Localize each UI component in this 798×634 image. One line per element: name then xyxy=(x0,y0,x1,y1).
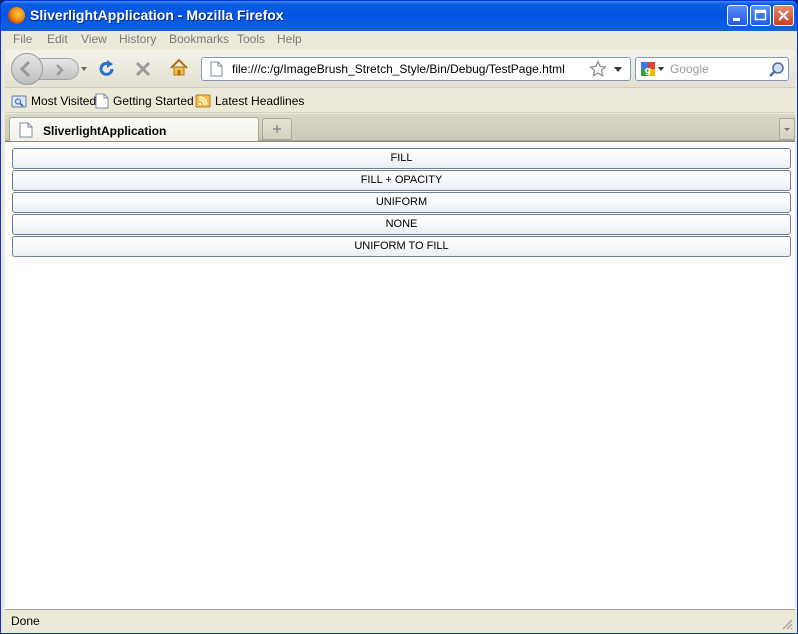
uniform-to-fill-button[interactable]: UNIFORM TO FILL xyxy=(12,236,791,257)
menu-file[interactable]: File xyxy=(13,32,32,46)
menu-edit[interactable]: Edit xyxy=(47,32,68,46)
tab-label: SliverlightApplication xyxy=(43,124,167,138)
navigation-toolbar: file:///c:/g/ImageBrush_Stretch_Style/Bi… xyxy=(5,50,795,88)
star-icon[interactable] xyxy=(589,60,607,78)
url-text[interactable]: file:///c:/g/ImageBrush_Stretch_Style/Bi… xyxy=(232,62,565,76)
plus-icon xyxy=(273,125,281,133)
new-tab-button[interactable] xyxy=(262,118,292,140)
stop-icon[interactable] xyxy=(134,60,152,78)
rss-icon xyxy=(195,94,211,108)
none-button[interactable]: NONE xyxy=(12,214,791,235)
bookmark-label: Getting Started xyxy=(113,94,194,108)
reload-icon[interactable] xyxy=(97,59,117,79)
address-bar[interactable]: file:///c:/g/ImageBrush_Stretch_Style/Bi… xyxy=(201,57,631,81)
forward-icon xyxy=(56,64,64,76)
close-icon xyxy=(778,10,789,21)
status-bar: Done xyxy=(5,609,795,631)
window-title: SliverlightApplication - Mozilla Firefox xyxy=(30,7,284,23)
resize-grip-icon[interactable] xyxy=(779,616,793,630)
search-input[interactable] xyxy=(670,61,766,77)
menu-view[interactable]: View xyxy=(81,32,107,46)
history-dropdown-icon[interactable] xyxy=(79,65,89,73)
browser-window: SliverlightApplication - Mozilla Firefox… xyxy=(0,0,798,634)
bookmark-label: Latest Headlines xyxy=(215,94,305,108)
menu-help[interactable]: Help xyxy=(277,32,302,46)
bookmark-latest-headlines[interactable]: Latest Headlines xyxy=(195,93,304,109)
page-content: FILL FILL + OPACITY UNIFORM NONE UNIFORM… xyxy=(5,141,795,609)
svg-text:g: g xyxy=(645,66,651,76)
status-text: Done xyxy=(11,614,40,628)
page-icon xyxy=(95,93,109,109)
firefox-logo-icon xyxy=(8,7,25,24)
minimize-button[interactable] xyxy=(727,5,748,26)
back-icon xyxy=(19,60,31,78)
fill-button[interactable]: FILL xyxy=(12,148,791,169)
uniform-button[interactable]: UNIFORM xyxy=(12,192,791,213)
close-button[interactable] xyxy=(773,5,794,26)
page-icon xyxy=(210,61,223,77)
search-engine-dropdown-icon[interactable] xyxy=(658,67,664,72)
fill-opacity-button[interactable]: FILL + OPACITY xyxy=(12,170,791,191)
magnifier-icon[interactable] xyxy=(768,61,786,79)
page-icon xyxy=(19,122,33,138)
url-dropdown-icon[interactable] xyxy=(614,67,622,73)
search-bar[interactable]: g xyxy=(635,57,789,81)
tab-active[interactable]: SliverlightApplication xyxy=(9,117,259,142)
menu-history[interactable]: History xyxy=(119,32,156,46)
home-icon[interactable] xyxy=(169,58,189,78)
maximize-button[interactable] xyxy=(750,5,771,26)
menu-tools[interactable]: Tools xyxy=(237,32,265,46)
title-bar[interactable]: SliverlightApplication - Mozilla Firefox xyxy=(1,1,797,31)
chevron-down-icon xyxy=(784,128,790,131)
folder-icon xyxy=(11,95,27,108)
minimize-icon xyxy=(733,18,740,21)
back-button[interactable] xyxy=(11,53,43,85)
forward-button[interactable] xyxy=(39,58,79,80)
maximize-icon xyxy=(754,9,767,21)
bookmark-most-visited[interactable]: Most Visited xyxy=(11,93,96,109)
bookmark-getting-started[interactable]: Getting Started xyxy=(95,93,194,109)
google-icon[interactable]: g xyxy=(640,61,656,77)
bookmark-label: Most Visited xyxy=(31,94,97,108)
tab-strip: SliverlightApplication xyxy=(5,114,795,142)
bookmarks-toolbar: Most Visited Getting Started Latest Head… xyxy=(5,89,795,113)
back-forward-group xyxy=(11,53,89,85)
menu-bar: File Edit View History Bookmarks Tools H… xyxy=(5,31,795,49)
list-all-tabs-button[interactable] xyxy=(779,118,795,140)
menu-bookmarks[interactable]: Bookmarks xyxy=(169,32,229,46)
